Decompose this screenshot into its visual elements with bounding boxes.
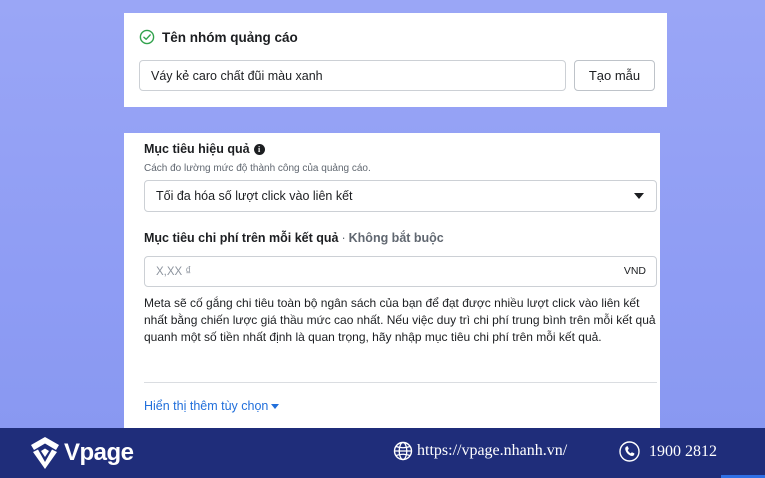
performance-goal-title: Mục tiêu hiệu quả	[144, 142, 250, 156]
cost-goal-optional-label: Không bắt buộc	[348, 231, 444, 245]
currency-label: VND	[623, 265, 646, 277]
vpage-logo: Vpage	[30, 435, 134, 471]
cost-goal-field: VND	[144, 256, 657, 287]
chevron-down-icon	[634, 193, 644, 199]
performance-goal-select[interactable]: Tối đa hóa số lượt click vào liên kết	[144, 180, 657, 212]
performance-goal-description: Cách đo lường mức độ thành công của quản…	[144, 163, 371, 174]
cost-goal-input[interactable]	[145, 257, 605, 286]
performance-goal-selected-value: Tối đa hóa số lượt click vào liên kết	[156, 189, 353, 203]
phone-icon	[619, 441, 640, 462]
ad-group-name-card: Tên nhóm quảng cáo Tạo mẫu	[124, 13, 667, 107]
website-link[interactable]: https://vpage.nhanh.vn/	[393, 441, 567, 461]
website-url: https://vpage.nhanh.vn/	[417, 442, 568, 459]
performance-goal-header: Mục tiêu hiệu quả i	[144, 142, 265, 156]
cost-goal-helper-text: Meta sẽ cố gắng chi tiêu toàn bộ ngân sá…	[144, 296, 656, 344]
ad-group-name-input[interactable]	[139, 60, 566, 91]
hotline-number: 1900 2812	[649, 442, 717, 460]
globe-icon	[393, 441, 413, 461]
vpage-logo-icon	[31, 437, 59, 469]
show-more-options-link[interactable]: Hiển thị thêm tùy chọn	[144, 399, 280, 413]
ad-group-name-header: Tên nhóm quảng cáo	[139, 28, 298, 46]
show-more-options-label: Hiển thị thêm tùy chọn	[144, 399, 269, 413]
cost-goal-header: Mục tiêu chi phí trên mỗi kết quả · Không …	[144, 231, 444, 245]
vpage-brand-name: Vpage	[64, 439, 134, 466]
performance-goal-card: Mục tiêu hiệu quả i Cách đo lường mức độ…	[124, 133, 660, 433]
section-divider	[144, 382, 657, 383]
check-circle-icon	[139, 29, 155, 45]
cost-goal-separator: ·	[341, 231, 346, 245]
create-template-button[interactable]: Tạo mẫu	[574, 60, 655, 91]
footer-bar: Vpage https://vpage.nhanh.vn/ 1900 2812	[0, 428, 765, 478]
hotline[interactable]: 1900 2812	[619, 441, 717, 462]
info-icon[interactable]: i	[253, 143, 265, 155]
cost-goal-title: Mục tiêu chi phí trên mỗi kết quả	[144, 231, 339, 245]
caret-down-icon	[271, 403, 280, 409]
ad-group-name-title: Tên nhóm quảng cáo	[162, 29, 298, 45]
